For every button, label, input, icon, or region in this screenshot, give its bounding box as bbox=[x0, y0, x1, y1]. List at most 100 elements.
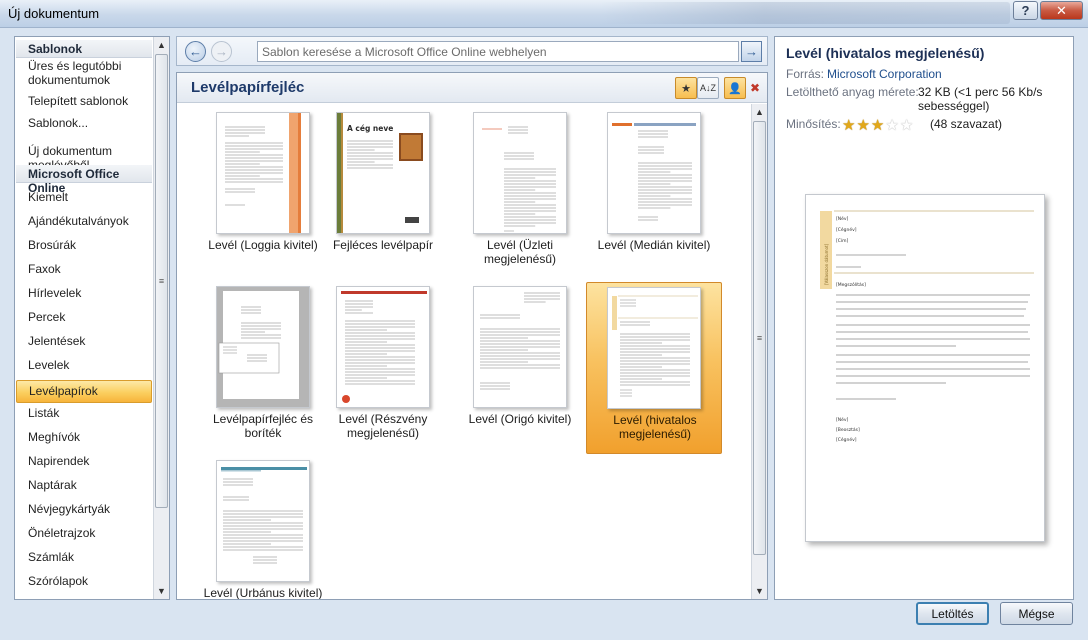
template-label: Levél (Loggia kivitel) bbox=[208, 238, 318, 252]
template-tile[interactable]: Levélpapírfejléc és boríték bbox=[195, 282, 331, 454]
template-thumbnail-art bbox=[482, 126, 556, 232]
preview-date-label: [Válasszon dátumot] bbox=[824, 243, 829, 285]
category-scrollbar[interactable]: ▲ ≡ ▼ bbox=[153, 37, 169, 599]
template-thumbnail[interactable] bbox=[336, 286, 430, 408]
gallery-panel: Levélpapírfejléc ★ A↓Z 👤 ✖ Levél (Loggia… bbox=[176, 72, 768, 600]
sidebar-item-sablonok[interactable]: Sablonok... bbox=[16, 116, 152, 132]
template-tile[interactable]: Levél (Urbánus kivitel) bbox=[195, 456, 331, 599]
close-button[interactable]: ✕ bbox=[1040, 1, 1083, 20]
gallery-header: Levélpapírfejléc ★ A↓Z 👤 ✖ bbox=[177, 73, 767, 103]
title-bar-glass bbox=[600, 2, 1010, 24]
sidebar-section-header: Microsoft Office Online bbox=[16, 165, 152, 195]
az-sort-icon: A↓Z bbox=[699, 83, 716, 93]
sort-by-rating-button[interactable]: ★ bbox=[675, 77, 697, 99]
sidebar-item-levelpapirok[interactable]: Levélpapírok bbox=[16, 380, 152, 403]
template-label: Fejléces levélpapír bbox=[332, 238, 434, 252]
sidebar-item-nevjegykartyak[interactable]: Névjegykártyák bbox=[16, 502, 152, 518]
template-gallery: Levél (Loggia kivitel) A cég neve Fejléces… bbox=[177, 104, 751, 599]
sidebar-item-percek[interactable]: Percek bbox=[16, 310, 152, 326]
search-bar: ← → → bbox=[176, 36, 768, 66]
sidebar-item-jelentesek[interactable]: Jelentések bbox=[16, 334, 152, 350]
template-thumbnail[interactable] bbox=[216, 286, 310, 408]
sidebar-item-meghivok[interactable]: Meghívók bbox=[16, 430, 152, 446]
template-tile[interactable]: A cég neve Fejléces levélpapír bbox=[315, 108, 451, 280]
preview-signature-company: [Cégnév] bbox=[836, 436, 857, 443]
sort-by-name-button[interactable]: A↓Z bbox=[697, 77, 719, 99]
template-thumbnail[interactable] bbox=[473, 112, 567, 234]
template-thumbnail[interactable] bbox=[473, 286, 567, 408]
template-thumbnail[interactable]: A cég neve bbox=[336, 112, 430, 234]
cancel-button[interactable]: Mégse bbox=[1000, 602, 1073, 625]
preview-document: [Válasszon dátumot] [Név] [Cégnév] [Cím]… bbox=[820, 210, 1034, 443]
sidebar-item-oneletrajzok[interactable]: Önéletrajzok bbox=[16, 526, 152, 542]
template-thumbnail-art bbox=[221, 467, 307, 564]
grip-icon: ≡ bbox=[756, 333, 763, 343]
help-button[interactable]: ? bbox=[1013, 1, 1038, 20]
sidebar-item-kiemelt[interactable]: Kiemelt bbox=[16, 190, 152, 206]
star-empty-icon[interactable]: ★ bbox=[885, 117, 899, 134]
template-thumbnail-art bbox=[480, 292, 560, 390]
sidebar-item-szamlak[interactable]: Számlák bbox=[16, 550, 152, 566]
sidebar-item-faxok[interactable]: Faxok bbox=[16, 262, 152, 278]
template-label: Levél (Medián kivitel) bbox=[597, 238, 711, 252]
star-filled-icon[interactable]: ★ bbox=[856, 117, 870, 134]
user-view-button[interactable]: 👤 bbox=[724, 77, 746, 99]
back-button[interactable]: ← bbox=[185, 41, 206, 62]
sidebar-item-brosurak[interactable]: Brosúrák bbox=[16, 238, 152, 254]
template-thumbnail-art bbox=[341, 291, 427, 403]
template-tile[interactable]: Levél (Loggia kivitel) bbox=[195, 108, 331, 280]
scroll-down-icon[interactable]: ▼ bbox=[752, 583, 767, 599]
template-label: Levél (Urbánus kivitel) bbox=[203, 586, 323, 599]
scroll-up-icon[interactable]: ▲ bbox=[752, 104, 767, 120]
window-title: Új dokumentum bbox=[8, 6, 100, 21]
template-label: Levélpapírfejléc és boríték bbox=[212, 412, 314, 440]
template-tile[interactable]: Levél (Origó kivitel) bbox=[452, 282, 588, 454]
source-value: Microsoft Corporation bbox=[827, 67, 942, 81]
search-input[interactable] bbox=[257, 41, 739, 62]
star-empty-icon[interactable]: ★ bbox=[900, 117, 914, 134]
search-go-button[interactable]: → bbox=[741, 41, 762, 62]
gallery-scroll-thumb[interactable]: ≡ bbox=[753, 121, 766, 555]
template-thumbnail-art bbox=[612, 123, 696, 221]
forward-button[interactable]: → bbox=[211, 41, 232, 62]
detail-panel: Levél (hivatalos megjelenésű) Forrás: Mi… bbox=[774, 36, 1074, 600]
preview-signature-title: [Beosztás] bbox=[836, 426, 860, 433]
template-tile[interactable]: Levél (Medián kivitel) bbox=[586, 108, 722, 280]
sidebar-item-ajandekutalvanyok[interactable]: Ajándékutalványok bbox=[16, 214, 152, 230]
user-icon: 👤 bbox=[728, 82, 742, 95]
template-thumbnail[interactable] bbox=[607, 287, 701, 409]
sidebar-item-hirlevelek[interactable]: Hírlevelek bbox=[16, 286, 152, 302]
sidebar-item-listak[interactable]: Listák bbox=[16, 406, 152, 422]
template-tile[interactable]: Levél (Üzleti megjelenésű) bbox=[452, 108, 588, 280]
category-scroll-thumb[interactable]: ≡ bbox=[155, 54, 168, 508]
template-thumbnail[interactable] bbox=[216, 460, 310, 582]
sidebar-item-telepitett-sablonok[interactable]: Telepített sablonok bbox=[16, 94, 152, 110]
sidebar-item-ures-es-legutobbi-dokumentumok[interactable]: Üres és legutóbbi dokumentumok bbox=[16, 59, 152, 91]
rating-stars[interactable]: ★★★★★ bbox=[842, 116, 914, 134]
size-value: 32 KB (<1 perc 56 Kb/s sebességgel) bbox=[918, 85, 1043, 113]
svg-text:A cég neve: A cég neve bbox=[347, 124, 393, 133]
download-button[interactable]: Letöltés bbox=[916, 602, 989, 625]
template-thumbnail-art bbox=[225, 113, 301, 233]
star-filled-icon[interactable]: ★ bbox=[871, 117, 885, 134]
template-tile[interactable]: Levél (hivatalos megjelenésű) bbox=[586, 282, 722, 454]
sidebar-item-levelek[interactable]: Levelek bbox=[16, 358, 152, 374]
template-tile[interactable]: Levél (Részvény megjelenésű) bbox=[315, 282, 451, 454]
gallery-title: Levélpapírfejléc bbox=[191, 79, 305, 96]
scroll-down-icon[interactable]: ▼ bbox=[154, 583, 169, 599]
grip-icon: ≡ bbox=[158, 276, 165, 286]
sidebar-item-napirendek[interactable]: Napirendek bbox=[16, 454, 152, 470]
sidebar-item-naptarak[interactable]: Naptárak bbox=[16, 478, 152, 494]
user-remove-icon: ✖ bbox=[749, 81, 761, 95]
sidebar-item-szorolapok[interactable]: Szórólapok bbox=[16, 574, 152, 590]
gallery-scrollbar[interactable]: ▲ ≡ ▼ bbox=[751, 104, 767, 599]
template-thumbnail[interactable] bbox=[607, 112, 701, 234]
preview-address: [Cím] bbox=[836, 237, 849, 244]
star-filled-icon[interactable]: ★ bbox=[842, 117, 856, 134]
remove-user-button[interactable]: ✖ bbox=[746, 77, 764, 99]
sidebar-section-header: Sablonok bbox=[16, 40, 152, 58]
preview-signature-name: [Név] bbox=[836, 416, 849, 423]
template-title: Levél (hivatalos megjelenésű) bbox=[786, 45, 985, 61]
scroll-up-icon[interactable]: ▲ bbox=[154, 37, 169, 53]
template-thumbnail[interactable] bbox=[216, 112, 310, 234]
